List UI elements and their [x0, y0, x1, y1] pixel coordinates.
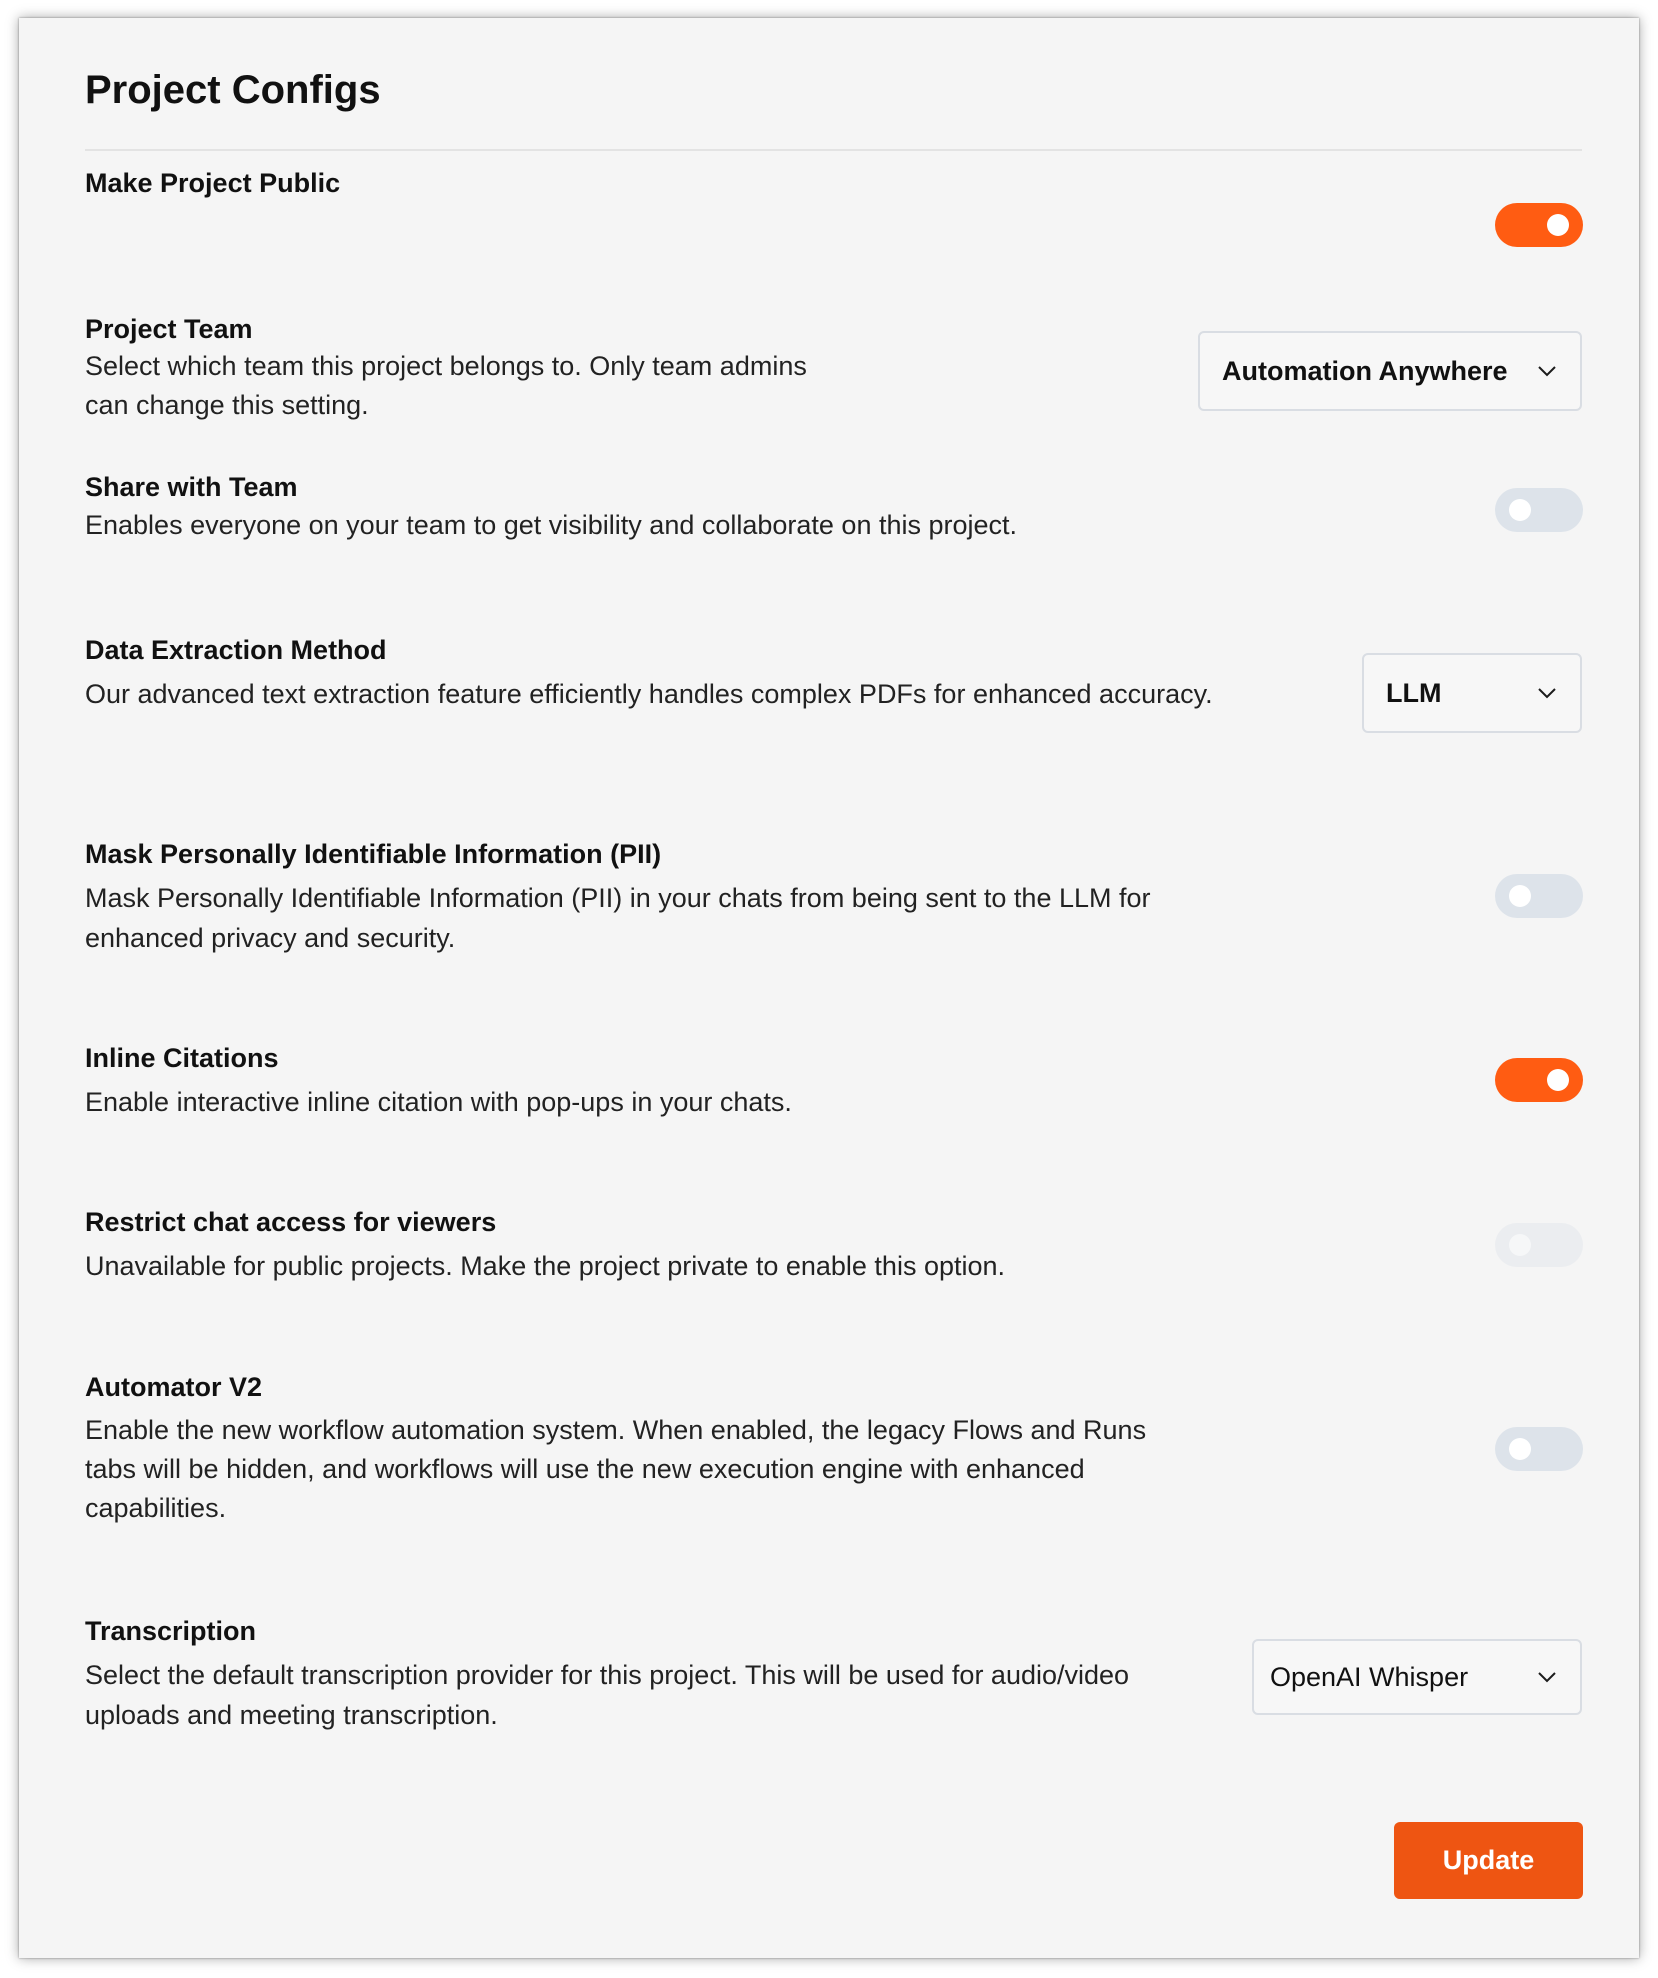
setting-mask-pii: Mask Personally Identifiable Information… — [85, 836, 1215, 958]
transcription-title: Transcription — [85, 1616, 257, 1646]
project-team-description: Select which team this project belongs t… — [85, 351, 807, 420]
restrict-chat-description: Unavailable for public projects. Make th… — [85, 1251, 1006, 1281]
restrict-chat-toggle — [1495, 1223, 1583, 1267]
setting-make-public: Make Project Public — [85, 165, 1582, 201]
data-extraction-title: Data Extraction Method — [85, 635, 387, 665]
project-team-title: Project Team — [85, 314, 253, 344]
project-team-selected: Automation Anywhere — [1222, 355, 1508, 386]
automator-v2-toggle[interactable] — [1495, 1427, 1583, 1471]
transcription-select[interactable]: OpenAI Whisper — [1252, 1639, 1582, 1715]
title-divider — [85, 149, 1582, 151]
toggle-knob — [1509, 1234, 1531, 1256]
toggle-knob — [1509, 499, 1531, 521]
project-configs-panel: Project Configs Make Project Public Proj… — [19, 18, 1639, 1958]
automator-v2-description: Enable the new workflow automation syste… — [85, 1415, 1147, 1523]
inline-citations-toggle[interactable] — [1495, 1058, 1583, 1102]
data-extraction-description: Our advanced text extraction feature eff… — [85, 679, 1213, 709]
inline-citations-title: Inline Citations — [85, 1043, 279, 1073]
setting-transcription: Transcription Select the default transcr… — [85, 1613, 1155, 1735]
page-title: Project Configs — [85, 68, 381, 112]
toggle-knob — [1509, 885, 1531, 907]
update-button[interactable]: Update — [1394, 1822, 1583, 1899]
mask-pii-toggle[interactable] — [1495, 874, 1583, 918]
transcription-selected: OpenAI Whisper — [1270, 1661, 1469, 1692]
restrict-chat-title: Restrict chat access for viewers — [85, 1207, 497, 1237]
automator-v2-title: Automator V2 — [85, 1372, 263, 1402]
transcription-description: Select the default transcription provide… — [85, 1660, 1130, 1730]
toggle-knob — [1547, 214, 1569, 236]
share-with-team-title: Share with Team — [85, 472, 298, 502]
toggle-knob — [1547, 1069, 1569, 1091]
make-public-toggle[interactable] — [1495, 203, 1583, 247]
share-with-team-toggle[interactable] — [1495, 488, 1583, 532]
toggle-knob — [1509, 1438, 1531, 1460]
project-team-select[interactable]: Automation Anywhere — [1198, 331, 1582, 411]
mask-pii-title: Mask Personally Identifiable Information… — [85, 839, 662, 869]
share-with-team-description: Enables everyone on your team to get vis… — [85, 510, 1018, 540]
chevron-down-icon — [1538, 688, 1556, 699]
mask-pii-description: Mask Personally Identifiable Information… — [85, 883, 1151, 953]
inline-citations-description: Enable interactive inline citation with … — [85, 1087, 792, 1117]
chevron-down-icon — [1538, 1672, 1556, 1683]
data-extraction-selected: LLM — [1386, 677, 1442, 708]
setting-project-team: Project Team Select which team this proj… — [85, 311, 845, 425]
make-public-title: Make Project Public — [85, 168, 341, 198]
setting-share-with-team: Share with Team Enables everyone on your… — [85, 469, 1582, 545]
setting-automator-v2: Automator V2 Enable the new workflow aut… — [85, 1369, 1195, 1528]
setting-data-extraction: Data Extraction Method Our advanced text… — [85, 632, 1215, 714]
setting-restrict-chat: Restrict chat access for viewers Unavail… — [85, 1204, 1582, 1286]
data-extraction-select[interactable]: LLM — [1362, 653, 1582, 733]
chevron-down-icon — [1538, 366, 1556, 377]
setting-inline-citations: Inline Citations Enable interactive inli… — [85, 1040, 1582, 1122]
